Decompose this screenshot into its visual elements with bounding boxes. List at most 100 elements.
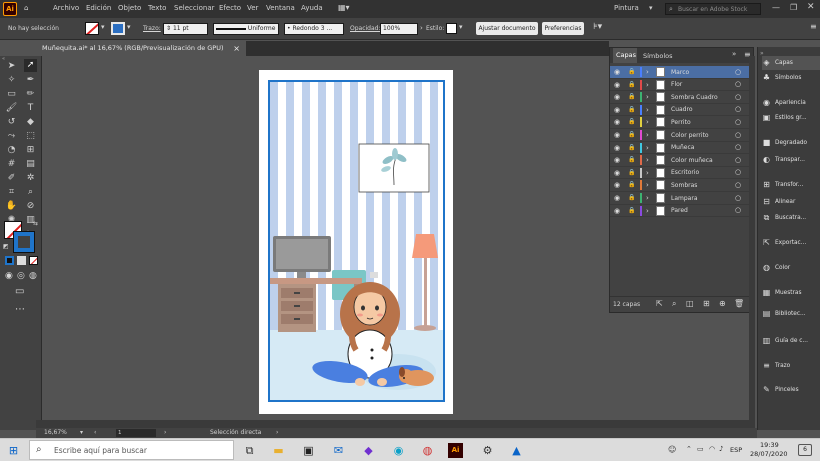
menu-seleccionar[interactable]: Seleccionar	[174, 4, 215, 12]
dock-item[interactable]: ♣ Símbolos	[762, 71, 820, 85]
opacity-field[interactable]: 100%	[380, 23, 418, 35]
panel-menu-icon[interactable]: ≡	[810, 22, 817, 31]
minimize-button[interactable]: —	[772, 3, 780, 12]
store-icon[interactable]: ▣	[301, 443, 316, 458]
dock-item[interactable]: ▤ Bibliotec...	[762, 307, 820, 321]
preferences-button[interactable]: Preferencias	[542, 22, 584, 35]
default-colors-icon[interactable]: ⇆	[33, 220, 38, 227]
layer-name[interactable]: Perrito	[671, 119, 691, 126]
artboard-number[interactable]: 1	[116, 429, 156, 437]
tray-chevron-icon[interactable]: ⌃	[686, 445, 692, 453]
brush-dropdown[interactable]: • Redondo 3 ...	[284, 23, 344, 35]
dock-item[interactable]: ⧉ Buscatra...	[762, 211, 820, 225]
menu-ayuda[interactable]: Ayuda	[301, 4, 323, 12]
shape-builder-icon[interactable]: ◔	[5, 144, 18, 157]
chevron-down-icon[interactable]: ▾	[101, 23, 105, 31]
dock-item[interactable]: ▦ Muestras	[762, 286, 820, 300]
target-circle-icon[interactable]: ○	[735, 206, 741, 214]
prev-artboard-icon[interactable]: ‹	[94, 428, 96, 438]
layer-row[interactable]: ◉ 🔒 › Muñeca ○	[610, 142, 753, 155]
hand-tool-icon[interactable]: ✋	[5, 200, 18, 213]
blend-tool-icon[interactable]: ✲	[24, 172, 37, 185]
visibility-eye-icon[interactable]: ◉	[614, 93, 620, 101]
stroke-swatch[interactable]	[111, 22, 125, 35]
visibility-eye-icon[interactable]: ◉	[614, 144, 620, 152]
expand-chevron-icon[interactable]: ›	[646, 118, 649, 126]
document-tab[interactable]: Muñequita.ai* al 16,67% (RGB/Previsualiz…	[36, 41, 246, 56]
chevron-down-icon[interactable]: ▾	[459, 23, 463, 31]
lock-icon[interactable]: 🔒	[628, 118, 635, 125]
draw-normal-icon[interactable]: ◉	[5, 271, 13, 281]
layer-name[interactable]: Color perrito	[671, 132, 709, 139]
visibility-eye-icon[interactable]: ◉	[614, 207, 620, 215]
chevron-right-icon[interactable]: ›	[276, 428, 278, 438]
target-circle-icon[interactable]: ○	[735, 93, 741, 101]
vertical-scrollbar[interactable]	[749, 56, 755, 428]
layer-name[interactable]: Cuadro	[671, 106, 692, 113]
notifications-icon[interactable]: 6	[798, 444, 812, 456]
width-tool-icon[interactable]: ⤳	[5, 130, 18, 143]
pen-tool-icon[interactable]: ✒	[24, 74, 37, 87]
screen-mode-icon[interactable]: ▭	[15, 286, 24, 297]
mesh-tool-icon[interactable]: #	[5, 158, 18, 171]
next-artboard-icon[interactable]: ›	[164, 428, 166, 438]
chevron-down-icon[interactable]: ▾	[649, 4, 653, 12]
menu-objeto[interactable]: Objeto	[118, 4, 141, 12]
chrome-icon[interactable]: ◍	[420, 443, 435, 458]
zoom-level[interactable]: 16,67%	[44, 428, 67, 438]
target-circle-icon[interactable]: ○	[735, 131, 741, 139]
target-circle-icon[interactable]: ○	[735, 156, 741, 164]
zoom-tool-icon[interactable]: ⌕	[24, 186, 37, 199]
mail-icon[interactable]: ✉	[331, 443, 346, 458]
type-tool-icon[interactable]: T	[24, 102, 37, 115]
layer-name[interactable]: Color muñeca	[671, 157, 713, 164]
layer-row[interactable]: ◉ 🔒 › Color perrito ○	[610, 129, 753, 142]
visibility-eye-icon[interactable]: ◉	[614, 118, 620, 126]
dock-item[interactable]: ◐ Transpar...	[762, 153, 820, 167]
dock-item[interactable]: ⊞ Transfor...	[762, 178, 820, 192]
color-mode-icon[interactable]	[5, 256, 14, 265]
stroke-weight-field[interactable]: ⇕ 11 pt	[163, 23, 208, 35]
target-circle-icon[interactable]: ○	[735, 118, 741, 126]
delete-layer-icon[interactable]: 🗑	[734, 299, 744, 308]
task-view-icon[interactable]: ⧉	[242, 443, 257, 458]
close-window-button[interactable]: ✕	[807, 2, 815, 12]
visibility-eye-icon[interactable]: ◉	[614, 169, 620, 177]
target-circle-icon[interactable]: ○	[735, 143, 741, 151]
expand-chevron-icon[interactable]: ›	[646, 194, 649, 202]
language-indicator[interactable]: ESP	[730, 446, 742, 454]
eyedropper-icon[interactable]: ✐	[5, 172, 18, 185]
lock-icon[interactable]: 🔒	[628, 207, 635, 214]
target-circle-icon[interactable]: ○	[735, 80, 741, 88]
artboard-tool-icon[interactable]: ⌗	[5, 186, 18, 199]
layer-name[interactable]: Marco	[671, 69, 689, 76]
chevron-down-icon[interactable]: ▾	[127, 23, 131, 31]
layer-name[interactable]: Escritorio	[671, 169, 699, 176]
perspective-icon[interactable]: ⊞	[24, 144, 37, 157]
rectangle-tool-icon[interactable]: ▭	[5, 88, 18, 101]
layer-name[interactable]: Flor	[671, 81, 682, 88]
visibility-eye-icon[interactable]: ◉	[614, 181, 620, 189]
menu-ver[interactable]: Ver	[247, 4, 258, 12]
menu-ventana[interactable]: Ventana	[266, 4, 295, 12]
tab-capas[interactable]: Capas	[613, 48, 637, 63]
visibility-eye-icon[interactable]: ◉	[614, 194, 620, 202]
layer-row[interactable]: ◉ 🔒 › Lampara ○	[610, 192, 753, 205]
dock-item[interactable]: ▥ Guía de c...	[762, 334, 820, 348]
brush-tool-icon[interactable]: 🖌	[5, 102, 18, 115]
collapse-panel-icon[interactable]: »	[732, 50, 736, 58]
chevron-down-icon[interactable]: ▾	[80, 428, 83, 438]
new-layer-icon[interactable]: ⊕	[719, 299, 726, 308]
new-sublayer-icon[interactable]: ⊞	[703, 299, 710, 308]
dock-item[interactable]: ▣ Estilos gr...	[762, 111, 820, 125]
magic-wand-icon[interactable]: ✧	[5, 74, 18, 87]
dock-item[interactable]: ⇱ Exportac...	[762, 236, 820, 250]
lock-icon[interactable]: 🔒	[628, 93, 635, 100]
gradient-tool-icon[interactable]: ▤	[24, 158, 37, 171]
direct-selection-tool-icon[interactable]: ➚	[24, 59, 37, 72]
layer-name[interactable]: Pared	[671, 207, 688, 214]
locate-object-icon[interactable]: ⌕	[672, 299, 676, 309]
selection-tool-icon[interactable]: ➤	[5, 60, 18, 73]
dock-item[interactable]: ■ Degradado	[762, 136, 820, 150]
app-icon[interactable]: ◆	[361, 443, 376, 458]
